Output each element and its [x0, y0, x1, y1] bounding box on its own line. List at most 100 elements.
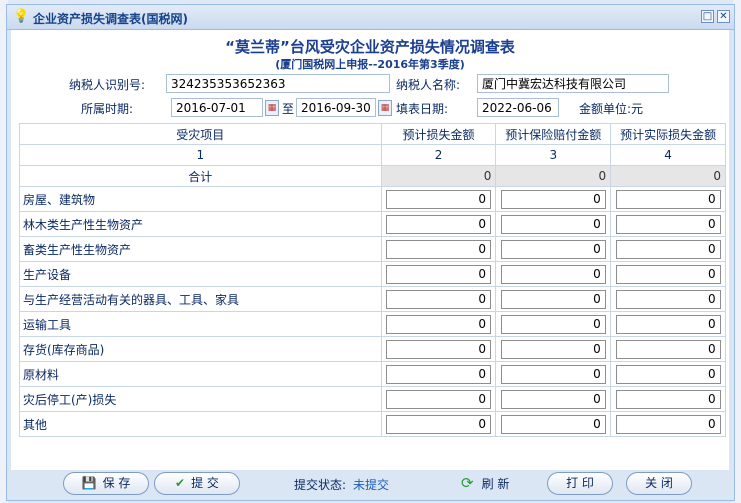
amount-cell: 0	[610, 311, 726, 337]
amount-input[interactable]: 0	[386, 289, 492, 309]
save-button[interactable]: 💾 保 存	[63, 472, 149, 495]
amount-cell: 0	[610, 261, 726, 287]
period-label: 所属时期:	[81, 102, 134, 116]
submit-status-label: 提交状态:	[294, 478, 347, 492]
column-number: 3	[495, 144, 612, 166]
row-label: 林木类生产性生物资产	[19, 211, 382, 237]
amount-input[interactable]: 0	[615, 314, 721, 334]
amount-input[interactable]: 0	[500, 339, 606, 359]
amount-cell: 0	[380, 186, 497, 212]
amount-input[interactable]: 0	[615, 339, 721, 359]
calendar-icon[interactable]: ▦	[265, 100, 279, 116]
amount-input[interactable]: 0	[500, 264, 606, 284]
amount-input[interactable]: 0	[386, 339, 492, 359]
column-header: 预计实际损失金额	[610, 123, 726, 145]
amount-input[interactable]: 0	[615, 214, 721, 234]
table-row: 其他 0 0 0	[19, 411, 726, 437]
amount-cell: 0	[610, 211, 726, 237]
floppy-disk-icon: 💾	[81, 476, 97, 490]
refresh-icon: ⟳	[461, 474, 474, 492]
amount-input[interactable]: 0	[386, 314, 492, 334]
amount-input[interactable]: 0	[500, 389, 606, 409]
amount-cell: 0	[380, 386, 497, 412]
currency-unit-label: 金额单位:元	[579, 102, 644, 116]
submit-status-value: 未提交	[353, 478, 390, 492]
dialog-footer: 💾 保 存 ✔ 提 交 提交状态: 未提交 ⟳ 刷 新 打 印 关 闭	[11, 471, 729, 497]
amount-cell: 0	[610, 286, 726, 312]
amount-input[interactable]: 0	[386, 214, 492, 234]
table-row: 运输工具 0 0 0	[19, 311, 726, 337]
total-label: 合计	[19, 165, 382, 187]
form-heading: “莫兰蒂”台风受灾企业资产损失情况调查表	[225, 38, 515, 56]
amount-cell: 0	[380, 286, 497, 312]
amount-cell: 0	[610, 236, 726, 262]
table-row: 房屋、建筑物 0 0 0	[19, 186, 726, 212]
amount-input[interactable]: 0	[500, 364, 606, 384]
amount-input[interactable]: 0	[500, 239, 606, 259]
amount-input[interactable]: 0	[386, 189, 492, 209]
amount-input[interactable]: 0	[615, 239, 721, 259]
dialog-title: 企业资产损失调查表(国税网)	[33, 12, 188, 26]
amount-cell: 0	[380, 261, 497, 287]
print-button[interactable]: 打 印	[547, 472, 613, 495]
close-button[interactable]: 关 闭	[626, 472, 692, 495]
table-row: 灾后停工(产)损失 0 0 0	[19, 386, 726, 412]
amount-cell: 0	[610, 186, 726, 212]
submit-button-label: 提 交	[191, 476, 219, 490]
column-number: 4	[610, 144, 726, 166]
amount-input[interactable]: 0	[386, 414, 492, 434]
amount-cell: 0	[380, 336, 497, 362]
amount-cell: 0	[495, 286, 612, 312]
row-label: 其他	[19, 411, 382, 437]
amount-input[interactable]: 0	[615, 289, 721, 309]
amount-input[interactable]: 0	[500, 214, 606, 234]
amount-cell: 0	[610, 361, 726, 387]
table-row: 畜类生产性生物资产 0 0 0	[19, 236, 726, 262]
amount-cell: 0	[495, 336, 612, 362]
amount-input[interactable]: 0	[615, 364, 721, 384]
amount-input[interactable]: 0	[500, 414, 606, 434]
period-end-field[interactable]: 2016-09-30	[296, 98, 376, 117]
refresh-button-label: 刷 新	[481, 477, 510, 491]
checkmark-icon: ✔	[175, 476, 186, 490]
submit-button[interactable]: ✔ 提 交	[154, 472, 240, 495]
column-header: 受灾项目	[19, 123, 382, 145]
minimize-button[interactable]: □	[701, 10, 714, 23]
amount-cell: 0	[380, 311, 497, 337]
period-to-label: 至	[282, 102, 295, 116]
taxpayer-name-label: 纳税人名称:	[396, 78, 461, 92]
form-subheading: (厦门国税网上申报--2016年第3季度)	[275, 58, 465, 71]
close-icon[interactable]: ✕	[717, 10, 730, 23]
asset-loss-dialog: 💡 企业资产损失调查表(国税网) □ ✕ “莫兰蒂”台风受灾企业资产损失情况调查…	[6, 4, 735, 501]
dialog-titlebar[interactable]: 💡 企业资产损失调查表(国税网) □ ✕	[7, 5, 734, 30]
taxpayer-name-field[interactable]: 厦门中冀宏达科技有限公司	[477, 74, 669, 93]
fill-date-field[interactable]: 2022-06-06	[477, 98, 559, 117]
calendar-icon[interactable]: ▦	[378, 100, 392, 116]
amount-input[interactable]: 0	[386, 239, 492, 259]
loss-table: 受灾项目 预计损失金额 预计保险赔付金额 预计实际损失金额 1 2 3 4 合计…	[19, 123, 726, 437]
amount-input[interactable]: 0	[615, 389, 721, 409]
taxpayer-id-field[interactable]: 324235353652363	[166, 74, 390, 93]
column-header: 预计损失金额	[380, 123, 497, 145]
row-label: 畜类生产性生物资产	[19, 236, 382, 262]
row-label: 生产设备	[19, 261, 382, 287]
amount-input[interactable]: 0	[386, 264, 492, 284]
amount-input[interactable]: 0	[500, 289, 606, 309]
amount-cell: 0	[610, 386, 726, 412]
table-header-row: 受灾项目 预计损失金额 预计保险赔付金额 预计实际损失金额	[19, 123, 726, 145]
refresh-button[interactable]: ⟳ 刷 新	[461, 474, 509, 492]
amount-cell: 0	[495, 186, 612, 212]
amount-input[interactable]: 0	[386, 389, 492, 409]
amount-input[interactable]: 0	[615, 414, 721, 434]
period-start-field[interactable]: 2016-07-01	[171, 98, 263, 117]
amount-cell: 0	[495, 411, 612, 437]
row-label: 房屋、建筑物	[19, 186, 382, 212]
amount-input[interactable]: 0	[615, 264, 721, 284]
amount-input[interactable]: 0	[386, 364, 492, 384]
total-value: 0	[495, 165, 612, 187]
table-row: 与生产经营活动有关的器具、工具、家具 0 0 0	[19, 286, 726, 312]
row-label: 灾后停工(产)损失	[19, 386, 382, 412]
amount-input[interactable]: 0	[500, 314, 606, 334]
amount-input[interactable]: 0	[500, 189, 606, 209]
amount-input[interactable]: 0	[615, 189, 721, 209]
